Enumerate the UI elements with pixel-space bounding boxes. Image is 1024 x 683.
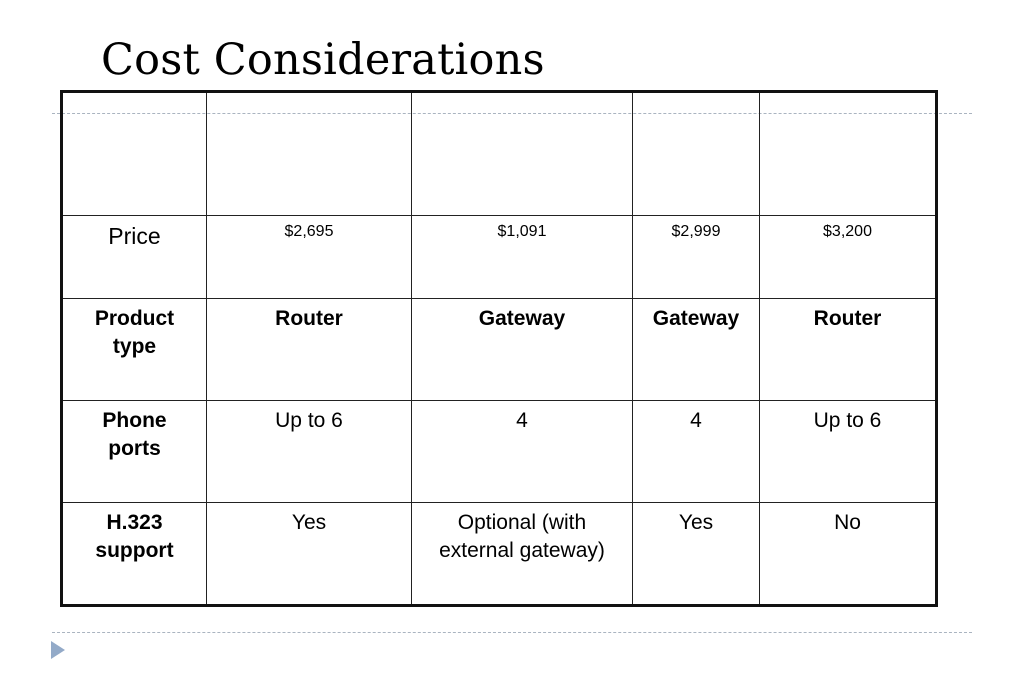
table-row-price: Price $2,695 $1,091 $2,999 $3,200 [61,215,937,299]
header-cell-product-1 [206,91,412,216]
slide-title: Cost Considerations [101,35,545,85]
row-label-h323-support: H.323 support [61,502,207,606]
product-type-value: Router [759,298,937,401]
table-row-product-type: Product type Router Gateway Gateway Rout… [61,298,937,401]
table-header-row [61,91,937,216]
price-value: $3,200 [759,215,937,299]
row-label-product-type: Product type [61,298,207,401]
h323-value-text: Optional (with external gateway) [439,511,605,562]
row-label-text: Phone ports [102,409,167,460]
triangle-right-icon [51,641,65,659]
guide-line-bottom [52,632,972,633]
product-type-value: Gateway [411,298,633,401]
product-type-value: Gateway [632,298,760,401]
header-cell-product-2 [411,91,633,216]
phone-ports-value: Up to 6 [206,400,412,503]
row-label-phone-ports: Phone ports [61,400,207,503]
h323-value: No [759,502,937,606]
product-type-value: Router [206,298,412,401]
price-value: $2,695 [206,215,412,299]
row-label-text: Product type [94,307,175,358]
price-value: $2,999 [632,215,760,299]
header-cell-label [61,91,207,216]
phone-ports-value: Up to 6 [759,400,937,503]
phone-ports-value: 4 [632,400,760,503]
phone-ports-value: 4 [411,400,633,503]
h323-value: Yes [632,502,760,606]
price-value: $1,091 [411,215,633,299]
row-label-price: Price [61,215,207,299]
h323-value: Optional (with external gateway) [411,502,633,606]
table-row-h323-support: H.323 support Yes Optional (with externa… [61,502,937,606]
table-row-phone-ports: Phone ports Up to 6 4 4 Up to 6 [61,400,937,503]
h323-value: Yes [206,502,412,606]
cost-comparison-table: Price $2,695 $1,091 $2,999 $3,200 Produc… [60,90,938,607]
row-label-text: H.323 support [95,511,174,562]
header-cell-product-3 [632,91,760,216]
header-cell-product-4 [759,91,937,216]
